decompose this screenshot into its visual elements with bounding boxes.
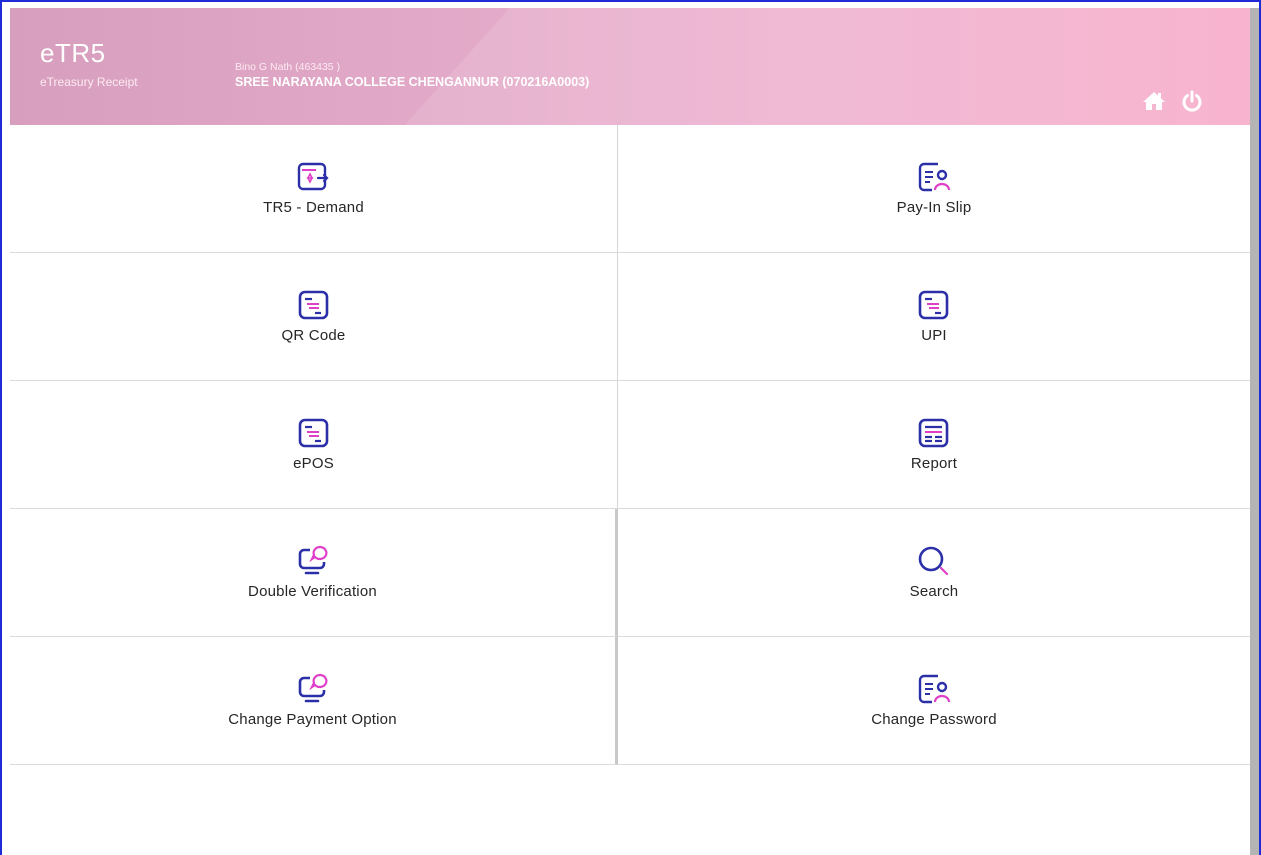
menu-tile-double-verification[interactable]: Double Verification	[10, 509, 618, 637]
menu-tile-epos[interactable]: ePOS	[10, 381, 618, 509]
menu-label: QR Code	[281, 327, 346, 344]
menu-tile-search[interactable]: Search	[618, 509, 1250, 637]
menu-label: ePOS	[293, 455, 334, 472]
list-doc-icon	[296, 289, 332, 321]
menu-label: Pay-In Slip	[896, 199, 972, 216]
menu-label: UPI	[921, 327, 947, 344]
app-name: eTR5	[40, 38, 106, 68]
menu-label: Change Password	[871, 711, 997, 728]
menu-tile-qr-code[interactable]: QR Code	[10, 253, 618, 381]
monitor-chat-icon	[295, 545, 331, 577]
list-doc-icon	[296, 417, 332, 449]
menu-grid: TR5 - Demand Pay-In Slip QR Code UPI ePO…	[10, 125, 1250, 765]
app-frame: eTR5 eTreasury Receipt Bino G Nath (4634…	[0, 0, 1261, 855]
menu-tile-change-password[interactable]: Change Password	[618, 637, 1250, 765]
monitor-chat-icon	[295, 673, 331, 705]
scrollbar[interactable]	[1250, 8, 1259, 855]
power-icon[interactable]	[1180, 90, 1204, 112]
menu-tile-pay-in-slip[interactable]: Pay-In Slip	[618, 125, 1250, 253]
search-icon	[916, 545, 952, 577]
menu-tile-change-payment-option[interactable]: Change Payment Option	[10, 637, 618, 765]
app-subtitle: eTreasury Receipt	[40, 75, 138, 89]
user-doc-icon	[916, 161, 952, 193]
user-info: Bino G Nath (463435 )	[235, 61, 341, 73]
menu-tile-report[interactable]: Report	[618, 381, 1250, 509]
menu-tile-upi[interactable]: UPI	[618, 253, 1250, 381]
menu-label: Report	[910, 455, 958, 472]
menu-label: Search	[909, 583, 959, 600]
report-icon	[916, 417, 952, 449]
list-doc-icon	[916, 289, 952, 321]
user-doc-icon	[916, 673, 952, 705]
app-header: eTR5 eTreasury Receipt Bino G Nath (4634…	[10, 8, 1250, 125]
home-icon[interactable]	[1142, 90, 1166, 112]
menu-label: Double Verification	[248, 583, 377, 600]
office-info: SREE NARAYANA COLLEGE CHENGANNUR (070216…	[235, 75, 590, 89]
menu-label: TR5 - Demand	[263, 199, 364, 216]
demand-doc-icon	[296, 161, 332, 193]
menu-label: Change Payment Option	[228, 711, 397, 728]
menu-tile-tr5-demand[interactable]: TR5 - Demand	[10, 125, 618, 253]
header-sheen	[405, 8, 1250, 125]
